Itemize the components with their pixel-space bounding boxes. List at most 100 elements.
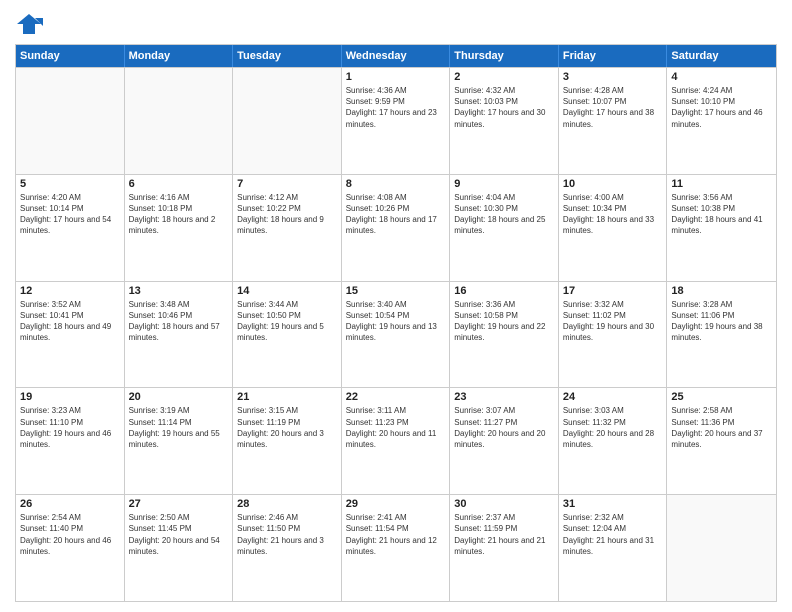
day-info: Sunrise: 4:16 AMSunset: 10:18 PMDaylight… bbox=[129, 192, 229, 237]
day-number: 22 bbox=[346, 391, 446, 403]
day-cell-28: 28 Sunrise: 2:46 AMSunset: 11:50 PMDaylig… bbox=[233, 495, 342, 601]
day-cell-7: 7Sunrise: 4:12 AMSunset: 10:22 PMDayligh… bbox=[233, 175, 342, 281]
day-cell-4: 4 Sunrise: 4:24 AMSunset: 10:10 PMDayligh… bbox=[667, 68, 776, 174]
day-number: 31 bbox=[563, 498, 663, 510]
day-info: Sunrise: 4:00 AMSunset: 10:34 PMDaylight… bbox=[563, 192, 663, 237]
day-info: Sunrise: 3:52 AMSunset: 10:41 PMDaylight… bbox=[20, 299, 120, 344]
day-cell-18: 18Sunrise: 3:28 AMSunset: 11:06 PMDaylig… bbox=[667, 282, 776, 388]
day-info: Sunrise: 3:03 AMSunset: 11:32 PMDaylight… bbox=[563, 405, 663, 450]
day-cell-6: 6 Sunrise: 4:16 AMSunset: 10:18 PMDayligh… bbox=[125, 175, 234, 281]
day-cell-27: 27Sunrise: 2:50 AMSunset: 11:45 PMDaylig… bbox=[125, 495, 234, 601]
day-cell-15: 15 Sunrise: 3:40 AMSunset: 10:54 PMDaylig… bbox=[342, 282, 451, 388]
day-number: 2 bbox=[454, 71, 554, 83]
day-info: Sunrise: 3:48 AMSunset: 10:46 PMDaylight… bbox=[129, 299, 229, 344]
day-info: Sunrise: 3:15 AMSunset: 11:19 PMDaylight… bbox=[237, 405, 337, 450]
day-number: 27 bbox=[129, 498, 229, 510]
day-number: 8 bbox=[346, 178, 446, 190]
day-number: 15 bbox=[346, 285, 446, 297]
day-info: Sunrise: 4:36 AMSunset: 9:59 PMDaylight:… bbox=[346, 85, 446, 130]
day-cell-21: 21 Sunrise: 3:15 AMSunset: 11:19 PMDaylig… bbox=[233, 388, 342, 494]
day-number: 24 bbox=[563, 391, 663, 403]
day-cell-31: 31 Sunrise: 2:32 AMSunset: 12:04 AMDaylig… bbox=[559, 495, 668, 601]
day-info: Sunrise: 3:32 AMSunset: 11:02 PMDaylight… bbox=[563, 299, 663, 344]
day-cell-10: 10Sunrise: 4:00 AMSunset: 10:34 PMDaylig… bbox=[559, 175, 668, 281]
day-info: Sunrise: 4:24 AMSunset: 10:10 PMDaylight… bbox=[671, 85, 772, 130]
day-cell-empty-0-1 bbox=[125, 68, 234, 174]
day-cell-12: 12 Sunrise: 3:52 AMSunset: 10:41 PMDaylig… bbox=[16, 282, 125, 388]
logo-icon bbox=[15, 10, 43, 38]
day-info: Sunrise: 4:04 AMSunset: 10:30 PMDaylight… bbox=[454, 192, 554, 237]
day-cell-19: 19 Sunrise: 3:23 AMSunset: 11:10 PMDaylig… bbox=[16, 388, 125, 494]
day-number: 1 bbox=[346, 71, 446, 83]
day-info: Sunrise: 4:08 AMSunset: 10:26 PMDaylight… bbox=[346, 192, 446, 237]
day-number: 13 bbox=[129, 285, 229, 297]
day-cell-17: 17 Sunrise: 3:32 AMSunset: 11:02 PMDaylig… bbox=[559, 282, 668, 388]
day-number: 5 bbox=[20, 178, 120, 190]
day-number: 11 bbox=[671, 178, 772, 190]
day-cell-empty-0-0 bbox=[16, 68, 125, 174]
calendar-header: SundayMondayTuesdayWednesdayThursdayFrid… bbox=[16, 45, 776, 67]
day-info: Sunrise: 3:56 AMSunset: 10:38 PMDaylight… bbox=[671, 192, 772, 237]
day-cell-2: 2 Sunrise: 4:32 AMSunset: 10:03 PMDayligh… bbox=[450, 68, 559, 174]
day-info: Sunrise: 3:44 AMSunset: 10:50 PMDaylight… bbox=[237, 299, 337, 344]
day-header-thursday: Thursday bbox=[450, 45, 559, 67]
day-number: 12 bbox=[20, 285, 120, 297]
day-number: 17 bbox=[563, 285, 663, 297]
day-cell-9: 9 Sunrise: 4:04 AMSunset: 10:30 PMDayligh… bbox=[450, 175, 559, 281]
day-cell-empty-4-6 bbox=[667, 495, 776, 601]
day-info: Sunrise: 4:28 AMSunset: 10:07 PMDaylight… bbox=[563, 85, 663, 130]
day-cell-24: 24 Sunrise: 3:03 AMSunset: 11:32 PMDaylig… bbox=[559, 388, 668, 494]
day-number: 30 bbox=[454, 498, 554, 510]
day-info: Sunrise: 3:19 AMSunset: 11:14 PMDaylight… bbox=[129, 405, 229, 450]
day-number: 19 bbox=[20, 391, 120, 403]
day-number: 29 bbox=[346, 498, 446, 510]
day-header-sunday: Sunday bbox=[16, 45, 125, 67]
day-number: 25 bbox=[671, 391, 772, 403]
day-cell-29: 29 Sunrise: 2:41 AMSunset: 11:54 PMDaylig… bbox=[342, 495, 451, 601]
day-info: Sunrise: 4:12 AMSunset: 10:22 PMDaylight… bbox=[237, 192, 337, 237]
day-number: 28 bbox=[237, 498, 337, 510]
day-info: Sunrise: 3:23 AMSunset: 11:10 PMDaylight… bbox=[20, 405, 120, 450]
day-number: 6 bbox=[129, 178, 229, 190]
day-info: Sunrise: 2:46 AMSunset: 11:50 PMDaylight… bbox=[237, 512, 337, 557]
day-info: Sunrise: 3:40 AMSunset: 10:54 PMDaylight… bbox=[346, 299, 446, 344]
day-info: Sunrise: 2:54 AMSunset: 11:40 PMDaylight… bbox=[20, 512, 120, 557]
day-header-monday: Monday bbox=[125, 45, 234, 67]
day-cell-20: 20 Sunrise: 3:19 AMSunset: 11:14 PMDaylig… bbox=[125, 388, 234, 494]
day-cell-11: 11 Sunrise: 3:56 AMSunset: 10:38 PMDaylig… bbox=[667, 175, 776, 281]
day-cell-14: 14Sunrise: 3:44 AMSunset: 10:50 PMDaylig… bbox=[233, 282, 342, 388]
day-number: 4 bbox=[671, 71, 772, 83]
day-cell-30: 30Sunrise: 2:37 AMSunset: 11:59 PMDaylig… bbox=[450, 495, 559, 601]
day-cell-26: 26 Sunrise: 2:54 AMSunset: 11:40 PMDaylig… bbox=[16, 495, 125, 601]
day-cell-1: 1 Sunrise: 4:36 AMSunset: 9:59 PMDaylight… bbox=[342, 68, 451, 174]
week-row-1: 1 Sunrise: 4:36 AMSunset: 9:59 PMDaylight… bbox=[16, 67, 776, 174]
day-cell-5: 5Sunrise: 4:20 AMSunset: 10:14 PMDayligh… bbox=[16, 175, 125, 281]
day-number: 3 bbox=[563, 71, 663, 83]
day-cell-13: 13 Sunrise: 3:48 AMSunset: 10:46 PMDaylig… bbox=[125, 282, 234, 388]
day-info: Sunrise: 3:07 AMSunset: 11:27 PMDaylight… bbox=[454, 405, 554, 450]
day-info: Sunrise: 2:32 AMSunset: 12:04 AMDaylight… bbox=[563, 512, 663, 557]
day-info: Sunrise: 3:11 AMSunset: 11:23 PMDaylight… bbox=[346, 405, 446, 450]
calendar: SundayMondayTuesdayWednesdayThursdayFrid… bbox=[15, 44, 777, 602]
day-header-tuesday: Tuesday bbox=[233, 45, 342, 67]
day-cell-16: 16 Sunrise: 3:36 AMSunset: 10:58 PMDaylig… bbox=[450, 282, 559, 388]
week-row-4: 19 Sunrise: 3:23 AMSunset: 11:10 PMDaylig… bbox=[16, 387, 776, 494]
day-number: 9 bbox=[454, 178, 554, 190]
week-row-5: 26 Sunrise: 2:54 AMSunset: 11:40 PMDaylig… bbox=[16, 494, 776, 601]
calendar-body: 1 Sunrise: 4:36 AMSunset: 9:59 PMDaylight… bbox=[16, 67, 776, 601]
day-info: Sunrise: 2:58 AMSunset: 11:36 PMDaylight… bbox=[671, 405, 772, 450]
day-number: 20 bbox=[129, 391, 229, 403]
week-row-3: 12 Sunrise: 3:52 AMSunset: 10:41 PMDaylig… bbox=[16, 281, 776, 388]
day-info: Sunrise: 4:32 AMSunset: 10:03 PMDaylight… bbox=[454, 85, 554, 130]
page: SundayMondayTuesdayWednesdayThursdayFrid… bbox=[0, 0, 792, 612]
day-number: 26 bbox=[20, 498, 120, 510]
day-header-wednesday: Wednesday bbox=[342, 45, 451, 67]
day-info: Sunrise: 3:36 AMSunset: 10:58 PMDaylight… bbox=[454, 299, 554, 344]
day-number: 21 bbox=[237, 391, 337, 403]
day-info: Sunrise: 2:41 AMSunset: 11:54 PMDaylight… bbox=[346, 512, 446, 557]
day-cell-25: 25 Sunrise: 2:58 AMSunset: 11:36 PMDaylig… bbox=[667, 388, 776, 494]
day-header-saturday: Saturday bbox=[667, 45, 776, 67]
day-cell-22: 22 Sunrise: 3:11 AMSunset: 11:23 PMDaylig… bbox=[342, 388, 451, 494]
day-number: 16 bbox=[454, 285, 554, 297]
day-cell-3: 3 Sunrise: 4:28 AMSunset: 10:07 PMDayligh… bbox=[559, 68, 668, 174]
